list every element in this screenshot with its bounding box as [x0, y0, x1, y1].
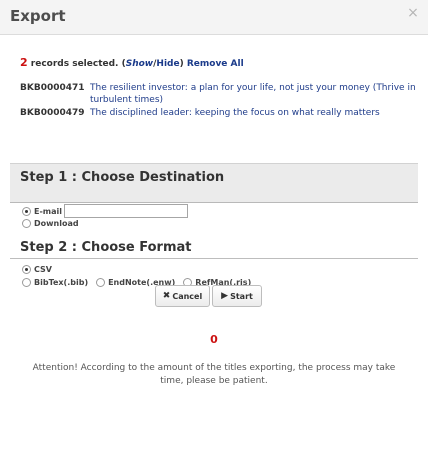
progress-count: 0 — [210, 333, 218, 346]
list-item: BKB0000479 The disciplined leader: keepi… — [20, 107, 420, 119]
download-radio[interactable] — [22, 219, 31, 228]
cancel-label: Cancel — [172, 291, 203, 301]
record-list: BKB0000471 The resilient investor: a pla… — [20, 82, 420, 120]
step2-title: Step 2 : Choose Format — [20, 240, 192, 255]
attention-message: Attention! According to the amount of th… — [32, 363, 396, 386]
record-id: BKB0000479 — [20, 108, 85, 118]
play-icon: ▶ — [221, 291, 229, 301]
selected-count: 2 — [20, 56, 28, 69]
download-label: Download — [34, 219, 79, 228]
record-id: BKB0000471 — [20, 83, 85, 93]
cancel-button[interactable]: ✖ Cancel — [155, 285, 210, 307]
x-icon: ✖ — [162, 291, 171, 301]
start-button[interactable]: ▶ Start — [212, 285, 262, 307]
dialog-title: Export — [10, 7, 66, 25]
list-item: BKB0000471 The resilient investor: a pla… — [20, 82, 420, 106]
selection-summary: 2 records selected. (Show/Hide) Remove A… — [20, 56, 244, 69]
start-label: Start — [230, 291, 253, 301]
step2-divider — [10, 258, 418, 259]
format-option-bibtex: BibTex(.bib) — [22, 278, 88, 287]
step1-title: Step 1 : Choose Destination — [20, 170, 225, 185]
csv-label: CSV — [34, 265, 52, 274]
email-radio[interactable] — [22, 206, 31, 216]
remove-all-link[interactable]: Remove All — [187, 59, 244, 69]
email-option: E-mail — [22, 204, 189, 218]
show-link[interactable]: Show — [126, 59, 153, 69]
email-label: E-mail — [34, 206, 63, 216]
hide-link[interactable]: Hide — [156, 59, 179, 69]
record-title-link[interactable]: The disciplined leader: keeping the focu… — [90, 107, 416, 119]
selection-text: records selected. ( — [27, 59, 126, 69]
record-title-link[interactable]: The resilient investor: a plan for your … — [90, 82, 416, 106]
email-field[interactable] — [64, 204, 189, 218]
bibtex-label: BibTex(.bib) — [34, 278, 89, 287]
endnote-radio[interactable] — [96, 278, 106, 287]
close-icon[interactable]: × — [406, 6, 420, 20]
dialog-titlebar: Export × — [0, 0, 428, 35]
selection-close-paren: ) — [179, 59, 187, 69]
csv-radio[interactable] — [22, 265, 31, 274]
format-option-csv: CSV — [22, 265, 52, 274]
bibtex-radio[interactable] — [22, 278, 31, 287]
download-option: Download — [22, 219, 79, 228]
